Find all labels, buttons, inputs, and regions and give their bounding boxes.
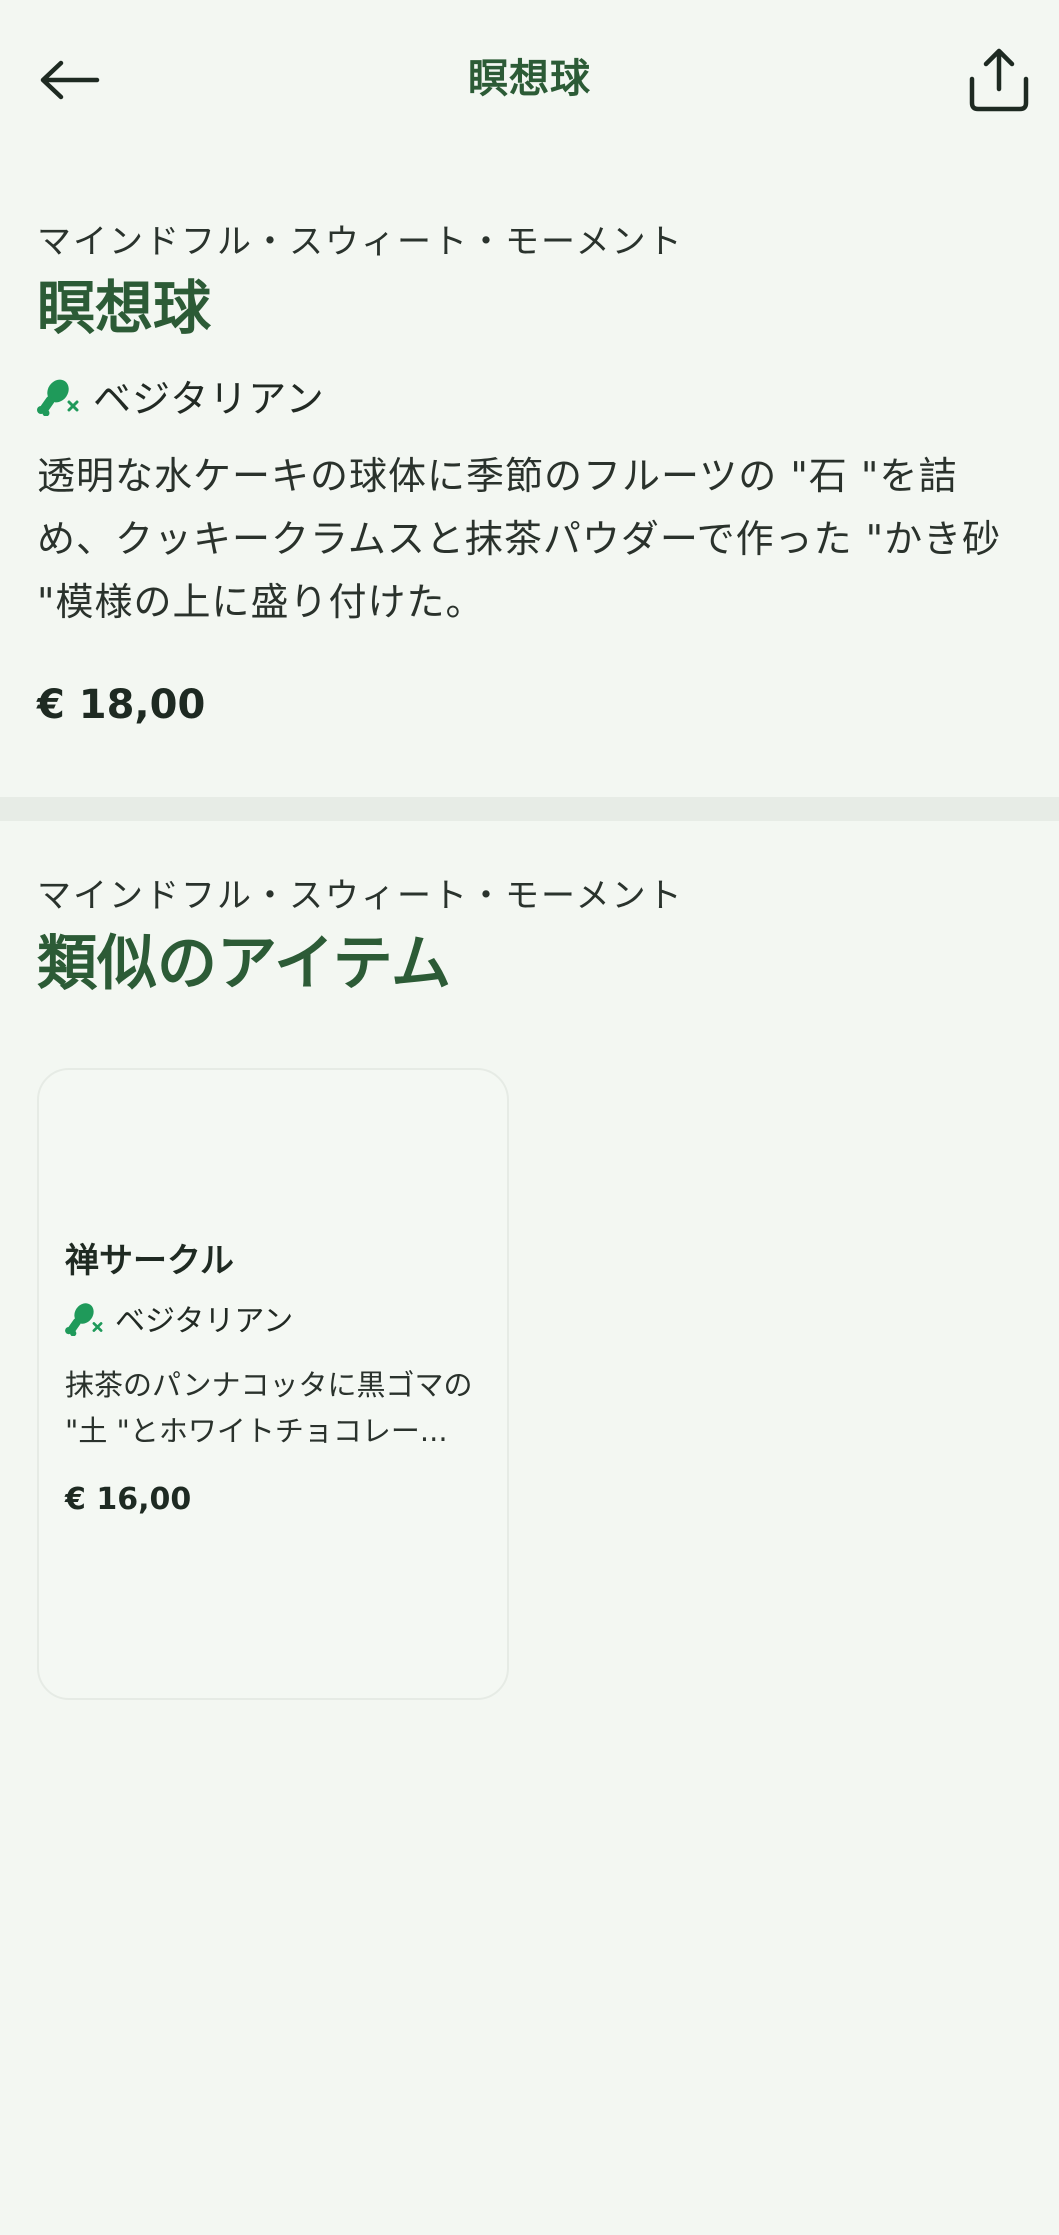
- similar-category: マインドフル・スウィート・モーメント: [37, 876, 684, 916]
- share-upload-icon: [969, 48, 1029, 112]
- product-description: 透明な水ケーキの球体に季節のフルーツの "石 "を詰め、クッキークラムスと抹茶パ…: [37, 454, 1002, 624]
- similar-item-card[interactable]: 禅サークル ベジタリアン 抹茶のパンナコッタに黒ゴマの "土 "とホワイトチョコ…: [37, 1068, 509, 1700]
- product-category: マインドフル・スウィート・モーメント: [37, 222, 684, 262]
- similar-items-section: マインドフル・スウィート・モーメント 類似のアイテム: [37, 872, 1027, 1006]
- product-detail-section: マインドフル・スウィート・モーメント 瞑想球 ベジタリアン 透明な水ケーキの球体…: [37, 218, 1027, 728]
- share-button[interactable]: [959, 40, 1039, 120]
- similar-items-heading: 類似のアイテム: [37, 929, 451, 999]
- top-navigation-bar: 瞑想球: [0, 0, 1059, 160]
- card-description: 抹茶のパンナコッタに黒ゴマの "土 "とホワイトチョコレー...: [65, 1368, 473, 1448]
- diet-info: ベジタリアン: [37, 368, 1027, 423]
- card-diet-info: ベジタリアン: [65, 1296, 495, 1340]
- vegetarian-drumstick-icon: [65, 1303, 103, 1336]
- vegetarian-drumstick-icon: [37, 379, 79, 416]
- diet-label: ベジタリアン: [93, 377, 325, 421]
- card-price: € 16,00: [65, 1482, 192, 1517]
- card-title: 禅サークル: [65, 1241, 234, 1281]
- section-divider: [0, 797, 1059, 821]
- product-title: 瞑想球: [37, 274, 212, 342]
- nav-title: 瞑想球: [468, 56, 591, 102]
- card-diet-label: ベジタリアン: [115, 1304, 294, 1339]
- product-price: € 18,00: [37, 682, 206, 728]
